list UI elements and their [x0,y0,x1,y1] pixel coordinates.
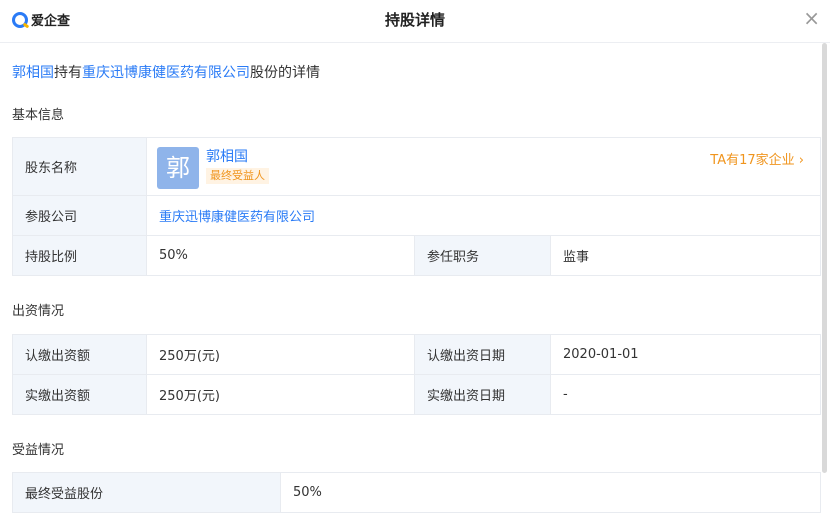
shareholder-label: 股东名称 [12,137,147,196]
summary-tail: 股份的详情 [250,65,320,81]
paid-date-value: - [550,374,821,415]
role-label: 参任职务 [414,235,551,276]
paid-date-label: 实缴出资日期 [414,374,551,415]
close-icon[interactable]: × [803,8,820,28]
sub-amount-value: 250万(元) [146,334,415,375]
basic-info-table: 股东名称 参股公司 重庆迅博康健医药有限公司 持股比例 50% 参任职务 监事 [12,137,822,276]
section-benefit-title: 受益情况 [12,443,65,458]
dialog-header: 爱企查 持股详情 × [0,0,830,43]
section-capital-title: 出资情况 [12,304,65,319]
sub-date-value: 2020-01-01 [550,334,821,375]
benefit-table: 最终受益股份 50% [12,472,821,513]
capital-table: 认缴出资额 250万(元) 认缴出资日期 2020-01-01 实缴出资额 25… [12,334,821,415]
role-value: 监事 [549,235,822,276]
beneficiary-badge: 最终受益人 [206,168,269,184]
company-label: 参股公司 [12,195,147,236]
summary-mid: 持有 [54,65,82,81]
avatar: 郭 [157,147,199,189]
section-basic-title: 基本信息 [12,108,65,123]
table-row: 最终受益股份 50% [12,472,821,513]
table-row: 持股比例 50% 参任职务 监事 [12,235,822,276]
company-value-link[interactable]: 重庆迅博康健医药有限公司 [145,195,822,236]
paid-amount-value: 250万(元) [146,374,415,415]
ta-companies-link[interactable]: TA有17家企业 › [710,149,804,168]
final-share-value: 50% [280,472,821,513]
ratio-value: 50% [146,235,415,276]
dialog-title: 持股详情 [384,11,445,29]
person-link[interactable]: 郭相国 [12,65,54,81]
detail-summary: 郭相国持有重庆迅博康健医药有限公司股份的详情 [12,62,320,82]
table-row: 股东名称 [12,137,822,196]
paid-amount-label: 实缴出资额 [12,374,147,415]
final-share-label: 最终受益股份 [12,472,281,513]
holder-name-link[interactable]: 郭相国 [206,146,248,166]
company-link[interactable]: 重庆迅博康健医药有限公司 [82,65,250,81]
ratio-label: 持股比例 [12,235,147,276]
table-row: 参股公司 重庆迅博康健医药有限公司 [12,195,822,236]
table-row: 认缴出资额 250万(元) 认缴出资日期 2020-01-01 [12,334,821,375]
sub-amount-label: 认缴出资额 [12,334,147,375]
table-row: 实缴出资额 250万(元) 实缴出资日期 - [12,374,821,415]
sub-date-label: 认缴出资日期 [414,334,551,375]
scrollbar[interactable] [822,43,827,473]
